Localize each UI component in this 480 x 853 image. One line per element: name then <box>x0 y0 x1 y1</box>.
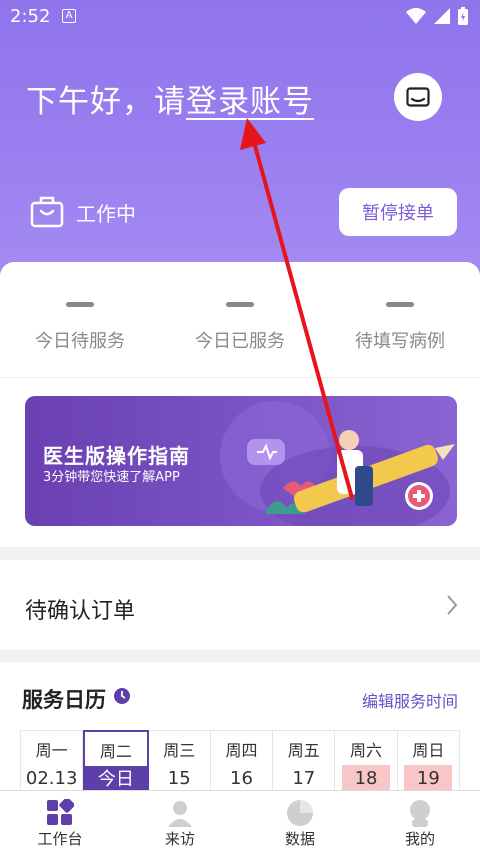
login-link[interactable]: 登录账号 <box>186 84 314 120</box>
tab-visits[interactable]: 来访 <box>120 791 240 853</box>
day-date: 02.13 <box>25 768 78 789</box>
day-name: 周三 <box>163 741 196 760</box>
work-status-label: 工作中 <box>76 201 136 226</box>
notification-a-icon: A <box>62 9 76 23</box>
edit-service-time-link[interactable]: 编辑服务时间 <box>362 688 458 712</box>
day-name: 周五 <box>287 741 320 760</box>
grid-icon <box>47 799 74 825</box>
calendar-day[interactable]: 周三 15 <box>149 731 211 791</box>
day-name: 周六 <box>350 741 383 760</box>
profile-icon <box>410 800 430 827</box>
clock-icon <box>114 688 130 704</box>
banner-title: 医生版操作指南 <box>43 444 190 468</box>
header-background <box>0 0 480 300</box>
mail-icon <box>406 87 430 107</box>
day-name: 周日 <box>412 741 445 760</box>
signal-icon <box>434 8 450 24</box>
bottom-tab-bar: 工作台 来访 数据 我的 <box>0 790 480 853</box>
day-date: 19 <box>404 765 453 793</box>
chevron-right-icon <box>447 595 458 615</box>
pending-orders-row[interactable]: 待确认订单 <box>0 560 480 650</box>
calendar-day-weekend[interactable]: 周六 18 <box>335 731 398 793</box>
tab-data[interactable]: 数据 <box>240 791 360 853</box>
status-time: 2:52 <box>10 6 51 27</box>
briefcase-icon <box>30 196 64 228</box>
calendar-day[interactable]: 周四 16 <box>211 731 274 791</box>
user-icon <box>168 801 192 827</box>
calendar-day-weekend[interactable]: 周日 19 <box>398 731 459 793</box>
day-name: 周一 <box>35 741 68 760</box>
greeting-prefix: 下午好，请 <box>26 84 186 120</box>
divider <box>0 377 480 378</box>
day-date: 18 <box>342 765 391 793</box>
day-date: 17 <box>292 768 316 789</box>
tab-workbench[interactable]: 工作台 <box>0 791 120 853</box>
wifi-icon <box>406 8 426 24</box>
calendar-day[interactable]: 周五 17 <box>273 731 336 791</box>
stat-value-placeholder <box>386 302 414 307</box>
chart-icon <box>287 800 313 826</box>
greeting: 下午好，请登录账号 <box>26 76 314 121</box>
banner-subtitle: 3分钟带您快速了解APP <box>43 470 180 485</box>
status-bar: 2:52 A <box>0 0 480 34</box>
stat-label: 待填写病例 <box>355 331 445 352</box>
stat-today-served[interactable]: 今日已服务 <box>160 302 320 353</box>
pause-orders-button[interactable]: 暂停接单 <box>339 188 457 236</box>
stat-pending-cases[interactable]: 待填写病例 <box>320 302 480 353</box>
day-name: 周二 <box>99 742 132 761</box>
calendar-day[interactable]: 周一 02.13 <box>21 731 84 791</box>
service-calendar: 服务日历 编辑服务时间 周一 02.13 周二 今日 周三 15 周四 16 周五 17 … <box>0 662 480 794</box>
stat-label: 今日待服务 <box>35 331 125 352</box>
tab-label: 我的 <box>404 830 435 848</box>
battery-icon <box>458 7 468 25</box>
pending-orders-label: 待确认订单 <box>25 599 136 624</box>
tab-label: 工作台 <box>37 830 83 848</box>
work-status: 工作中 <box>30 196 136 228</box>
stat-label: 今日已服务 <box>195 331 285 352</box>
day-date: 16 <box>230 768 253 789</box>
stats-card: 今日待服务 今日已服务 待填写病例 医生版操作指南 3分钟带您快速了解APP <box>0 262 480 547</box>
stat-value-placeholder <box>226 302 254 307</box>
guide-banner[interactable]: 医生版操作指南 3分钟带您快速了解APP <box>25 396 457 526</box>
tab-label: 数据 <box>284 830 315 848</box>
tab-label: 来访 <box>164 830 195 848</box>
day-name: 周四 <box>225 741 258 760</box>
stat-value-placeholder <box>66 302 94 307</box>
calendar-title: 服务日历 <box>22 688 106 712</box>
messages-button[interactable] <box>394 73 442 121</box>
tab-mine[interactable]: 我的 <box>360 791 480 853</box>
stat-today-pending[interactable]: 今日待服务 <box>0 302 160 353</box>
day-date: 15 <box>167 768 191 789</box>
calendar-days: 周一 02.13 周二 今日 周三 15 周四 16 周五 17 周六 18 周日 19 <box>20 730 460 794</box>
calendar-day-today[interactable]: 周二 今日 <box>83 730 149 794</box>
